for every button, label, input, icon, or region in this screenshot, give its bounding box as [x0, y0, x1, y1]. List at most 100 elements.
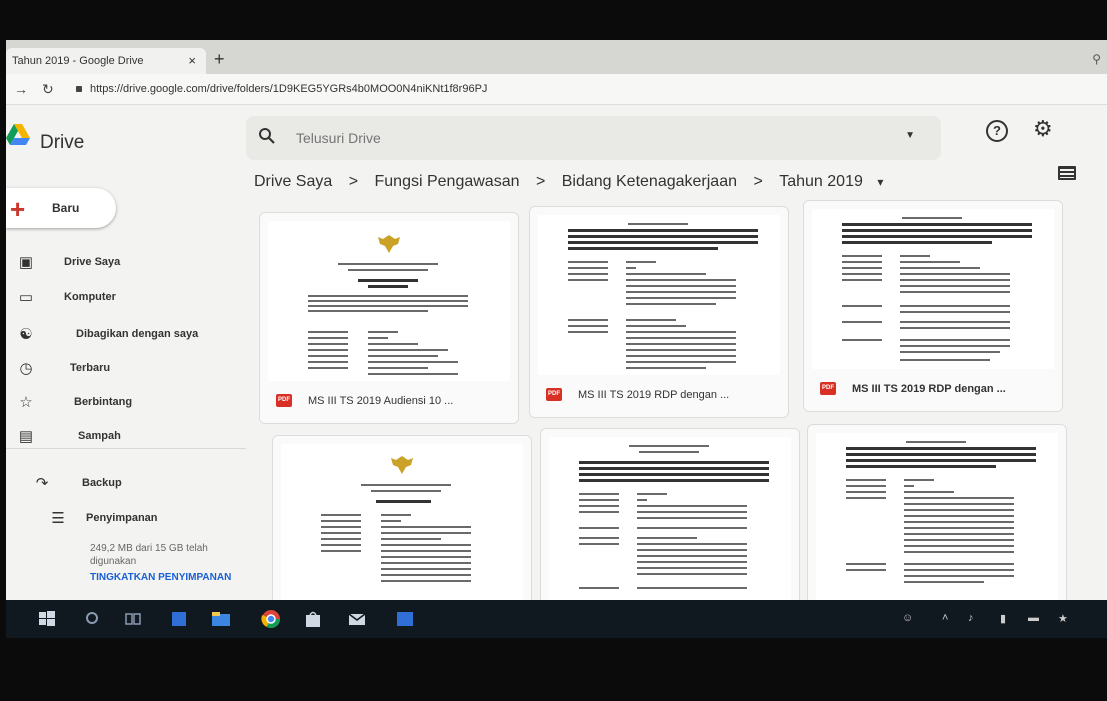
garuda-emblem-icon — [391, 456, 413, 474]
storage-usage: 249,2 MB dari 15 GB telah digunakan — [90, 543, 208, 567]
battery-icon[interactable]: ▬ — [1028, 612, 1039, 624]
file-thumbnail — [812, 209, 1054, 369]
file-thumbnail — [816, 433, 1058, 600]
sidebar-item-storage[interactable]: ☰ Penyimpanan — [6, 506, 246, 532]
sidebar-item-sampah[interactable]: ▤ Sampah — [6, 424, 246, 450]
file-thumbnail — [281, 444, 523, 600]
breadcrumb-separator: > — [753, 173, 763, 190]
reload-icon[interactable]: ↻ — [42, 81, 54, 98]
browser-window: Tahun 2019 - Google Drive × + ⚲ → ↻ http… — [6, 40, 1107, 600]
tab-bar: Tahun 2019 - Google Drive × + ⚲ — [6, 40, 1107, 74]
file-thumbnail — [268, 221, 510, 381]
breadcrumb-separator: > — [348, 173, 359, 190]
lock-icon — [76, 86, 82, 93]
taskbar: ☺ ˄ ♪ ▮ ▬ ★ — [6, 600, 1107, 638]
mail-icon[interactable] — [346, 608, 368, 630]
chrome-icon[interactable] — [260, 608, 282, 630]
backup-icon: ↷ — [35, 475, 49, 492]
list-view-icon[interactable] — [1058, 166, 1076, 180]
sidebar-item-label: Dibagikan dengan saya — [76, 328, 199, 340]
breadcrumb-current[interactable]: Tahun 2019 — [779, 173, 863, 191]
file-card[interactable] — [272, 435, 532, 600]
file-footer: PDF MS III TS 2019 Audiensi 10 ... — [260, 381, 518, 423]
sidebar-item-komputer[interactable]: ▭ Komputer — [6, 285, 246, 311]
file-card[interactable]: PDF MS III TS 2019 RDP dengan ... — [803, 200, 1063, 412]
search-bar[interactable]: ▼ — [246, 116, 941, 160]
volume-icon[interactable]: ♪ — [968, 612, 974, 624]
shared-icon: ☯ — [19, 326, 33, 343]
file-thumbnail — [538, 215, 780, 375]
close-tab-icon[interactable]: × — [188, 53, 196, 68]
sidebar-item-backup[interactable]: ↷ Backup — [6, 471, 246, 497]
pdf-icon: PDF — [820, 382, 836, 395]
file-footer: PDF MS III TS 2019 RDP dengan ... — [804, 369, 1062, 411]
breadcrumb-item[interactable]: Fungsi Pengawasan — [375, 173, 520, 191]
computer-icon: ▭ — [18, 289, 34, 306]
garuda-emblem-icon — [378, 235, 400, 253]
sidebar-item-label: Terbaru — [70, 362, 111, 374]
file-thumbnail — [549, 437, 791, 600]
drive-logo-icon[interactable] — [6, 124, 30, 146]
trash-icon: ▤ — [18, 428, 34, 445]
zoom-icon[interactable]: ⚲ — [1092, 52, 1101, 66]
pdf-icon: PDF — [546, 388, 562, 401]
sidebar-item-drive-saya[interactable]: ▣ Drive Saya — [6, 250, 246, 276]
sidebar-item-terbaru[interactable]: ◷ Terbaru — [6, 356, 246, 382]
new-tab-button[interactable]: + — [214, 49, 225, 70]
drive-brand[interactable]: Drive — [40, 132, 84, 154]
sidebar-item-label: Penyimpanan — [86, 512, 158, 524]
help-icon[interactable]: ? — [986, 120, 1008, 142]
browser-tab[interactable]: Tahun 2019 - Google Drive × — [6, 48, 206, 74]
drive-header: Drive ▼ ? ⚙ — [6, 104, 1107, 168]
gear-icon[interactable]: ⚙ — [1033, 116, 1053, 142]
chevron-up-icon[interactable]: ˄ — [942, 612, 948, 624]
people-icon[interactable]: ☺ — [902, 612, 913, 624]
file-card[interactable]: PDF MS III TS 2019 RDP dengan ... — [529, 206, 789, 418]
sidebar-item-berbintang[interactable]: ☆ Berbintang — [6, 390, 246, 416]
file-card[interactable]: PDF MS III TS 2019 Audiensi 10 ... — [259, 212, 519, 424]
sidebar-item-shared[interactable]: ☯ Dibagikan dengan saya — [6, 322, 246, 348]
forward-icon[interactable]: → — [14, 81, 28, 97]
network-icon[interactable]: ▮ — [1000, 612, 1006, 625]
active-app-icon[interactable] — [394, 608, 416, 630]
sidebar-item-label: Sampah — [78, 430, 121, 442]
sidebar-item-label: Drive Saya — [64, 256, 121, 268]
pdf-icon: PDF — [276, 394, 292, 407]
app-icon[interactable] — [168, 608, 190, 630]
sidebar-divider — [6, 448, 246, 449]
file-explorer-icon[interactable] — [210, 608, 232, 630]
my-drive-icon: ▣ — [18, 254, 34, 271]
sidebar-item-label: Berbintang — [74, 396, 133, 408]
sidebar-item-label: Komputer — [64, 291, 116, 303]
breadcrumb-item[interactable]: Drive Saya — [254, 173, 332, 191]
file-footer: PDF MS III TS 2019 RDP dengan ... — [530, 375, 788, 417]
breadcrumb-separator: > — [535, 173, 546, 190]
file-card[interactable] — [540, 428, 800, 600]
file-name[interactable]: MS III TS 2019 RDP dengan ... — [852, 383, 1006, 395]
tab-title: Tahun 2019 - Google Drive — [12, 55, 144, 67]
search-input[interactable] — [294, 126, 858, 150]
file-name[interactable]: MS III TS 2019 RDP dengan ... — [578, 389, 729, 401]
notification-icon[interactable]: ★ — [1058, 612, 1068, 625]
search-options-icon[interactable]: ▼ — [905, 130, 915, 141]
upgrade-storage-link[interactable]: TINGKATKAN PENYIMPANAN — [90, 572, 240, 584]
new-button[interactable]: + Baru — [6, 188, 116, 228]
address-bar: → ↻ https://drive.google.com/drive/folde… — [6, 74, 1107, 105]
sidebar-item-label: Backup — [82, 477, 122, 489]
windows-start-icon[interactable] — [36, 608, 58, 630]
store-icon[interactable] — [302, 608, 324, 630]
star-icon: ☆ — [19, 394, 33, 411]
chevron-down-icon[interactable]: ▾ — [877, 175, 883, 189]
storage-icon: ☰ — [51, 510, 65, 527]
task-view-icon[interactable] — [122, 608, 144, 630]
search-icon[interactable] — [258, 127, 276, 145]
url-field[interactable]: https://drive.google.com/drive/folders/1… — [76, 79, 776, 99]
url-text: https://drive.google.com/drive/folders/1… — [90, 83, 488, 95]
new-button-label: Baru — [52, 201, 80, 215]
breadcrumb-item[interactable]: Bidang Ketenagakerjaan — [562, 173, 737, 191]
cortana-search-icon[interactable] — [82, 608, 104, 630]
breadcrumb: Drive Saya > Fungsi Pengawasan > Bidang … — [254, 173, 883, 197]
file-card[interactable] — [807, 424, 1067, 600]
file-name[interactable]: MS III TS 2019 Audiensi 10 ... — [308, 395, 453, 407]
clock-icon: ◷ — [19, 360, 33, 377]
